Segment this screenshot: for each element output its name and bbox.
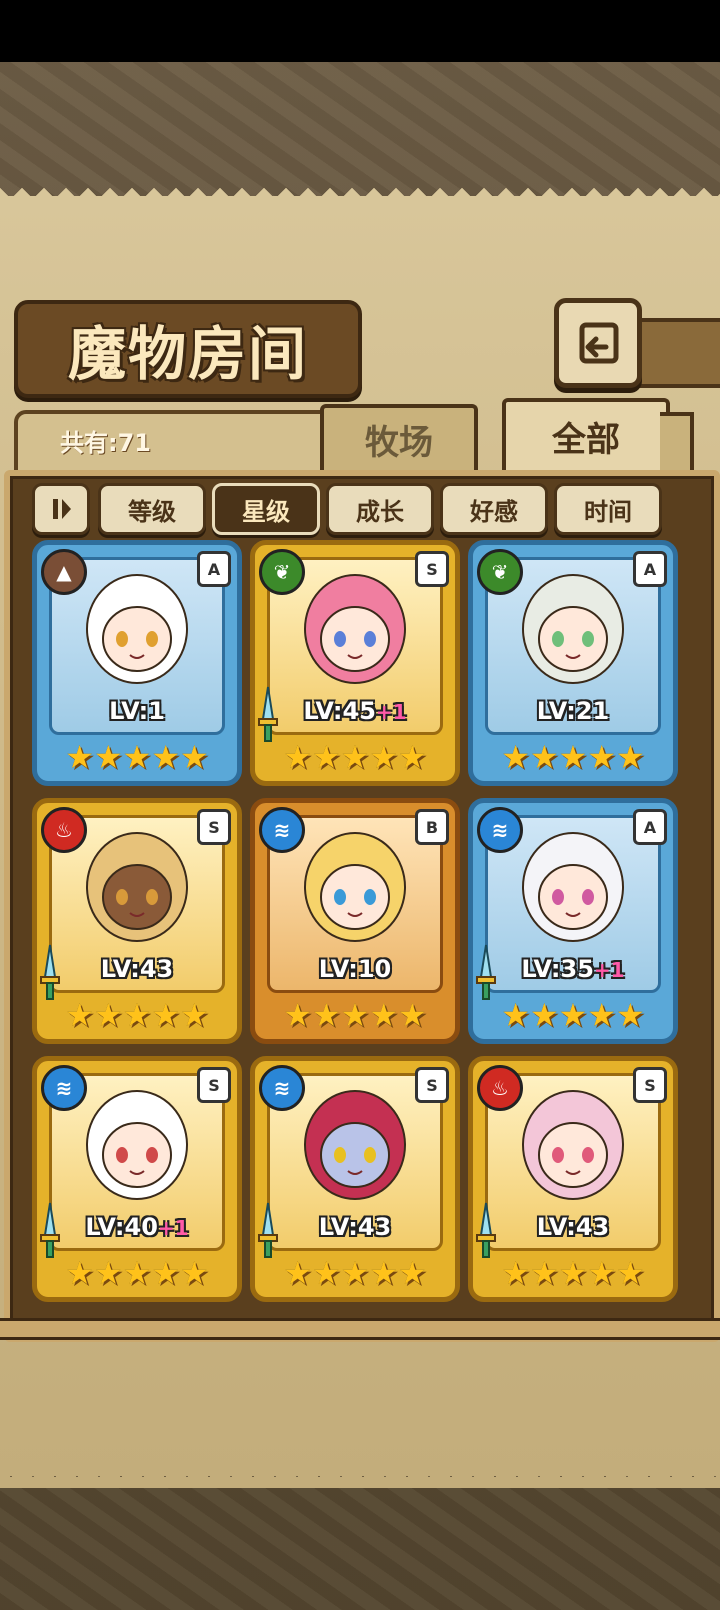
fire-icon: ♨	[41, 807, 87, 853]
rank-badge: A	[633, 551, 667, 587]
monster-card[interactable]: ♨ S LV:43 ★★★★★	[32, 798, 242, 1044]
level-label: LV:43	[255, 1213, 455, 1241]
tab-farm[interactable]: 牧场	[320, 404, 478, 470]
level-bonus: +1	[157, 1216, 189, 1240]
level-value: LV:40	[85, 1213, 158, 1241]
monster-card[interactable]: ≋ B LV:10 ★★★★★	[250, 798, 460, 1044]
monster-count: 共有:71	[60, 429, 151, 457]
plant-icon: ❦	[259, 549, 305, 595]
sort-affection-button[interactable]: 好感	[440, 483, 548, 535]
level-bonus: +1	[375, 700, 407, 724]
level-label: LV:10	[255, 955, 455, 983]
sort-direction-icon	[53, 499, 71, 519]
rank-badge: S	[415, 1067, 449, 1103]
rank-badge: S	[415, 551, 449, 587]
monster-portrait	[522, 574, 624, 684]
rank-badge: S	[197, 809, 231, 845]
water-icon: ≋	[259, 1065, 305, 1111]
fire-icon: ♨	[477, 1065, 523, 1111]
sort-star-button[interactable]: 星级	[212, 483, 320, 535]
star-rating: ★★★★★	[501, 996, 645, 1034]
star-rating: ★★★★★	[501, 1254, 645, 1292]
level-label: LV:40+1	[37, 1213, 237, 1241]
panel-edge-bottom	[0, 1466, 720, 1488]
monster-card[interactable]: ≋ A LV:35+1 ★★★★★	[468, 798, 678, 1044]
back-button[interactable]	[554, 298, 642, 388]
monster-portrait	[522, 1090, 624, 1200]
back-arrow-icon	[579, 322, 619, 364]
level-value: LV:43	[100, 955, 174, 983]
sort-time-button[interactable]: 时间	[554, 483, 662, 535]
level-value: LV:35	[521, 955, 594, 983]
rank-badge: S	[633, 1067, 667, 1103]
level-label: LV:43	[37, 955, 237, 983]
water-icon: ≋	[259, 807, 305, 853]
star-rating: ★★★★★	[65, 996, 209, 1034]
plant-icon: ❦	[477, 549, 523, 595]
monster-portrait	[522, 832, 624, 942]
status-bar	[0, 0, 720, 62]
level-bonus: +1	[593, 958, 625, 982]
level-value: LV:10	[318, 955, 392, 983]
earth-icon: ▲	[41, 549, 87, 595]
rank-badge: A	[633, 809, 667, 845]
level-label: LV:43	[473, 1213, 673, 1241]
monster-portrait	[86, 574, 188, 684]
level-value: LV:45	[303, 697, 376, 725]
star-rating: ★★★★★	[283, 1254, 427, 1292]
monster-card[interactable]: ❦ A LV:21 ★★★★★	[468, 540, 678, 786]
monster-card[interactable]: ▲ A LV:1 ★★★★★	[32, 540, 242, 786]
monster-portrait	[304, 574, 406, 684]
level-label: LV:45+1	[255, 697, 455, 725]
monster-portrait	[86, 1090, 188, 1200]
monster-card[interactable]: ❦ S LV:45+1 ★★★★★	[250, 540, 460, 786]
page-title: 魔物房间	[67, 320, 308, 388]
star-rating: ★★★★★	[283, 738, 427, 776]
level-value: LV:43	[536, 1213, 610, 1241]
monster-portrait	[304, 1090, 406, 1200]
monster-card[interactable]: ≋ S LV:43 ★★★★★	[250, 1056, 460, 1302]
star-rating: ★★★★★	[501, 738, 645, 776]
monster-card[interactable]: ≋ S LV:40+1 ★★★★★	[32, 1056, 242, 1302]
monster-portrait	[86, 832, 188, 942]
monster-card[interactable]: ♨ S LV:43 ★★★★★	[468, 1056, 678, 1302]
star-rating: ★★★★★	[283, 996, 427, 1034]
sort-level-button[interactable]: 等级	[98, 483, 206, 535]
star-rating: ★★★★★	[65, 738, 209, 776]
level-label: LV:21	[473, 697, 673, 725]
star-rating: ★★★★★	[65, 1254, 209, 1292]
monster-portrait	[304, 832, 406, 942]
water-icon: ≋	[41, 1065, 87, 1111]
level-label: LV:1	[37, 697, 237, 725]
tab-edge	[660, 412, 694, 472]
rank-badge: S	[197, 1067, 231, 1103]
level-label: LV:35+1	[473, 955, 673, 983]
level-value: LV:1	[109, 697, 165, 725]
list-frame-bottom	[0, 1318, 720, 1340]
level-value: LV:21	[536, 697, 610, 725]
rank-badge: A	[197, 551, 231, 587]
title-banner: 魔物房间	[14, 300, 362, 398]
level-value: LV:43	[318, 1213, 392, 1241]
rank-badge: B	[415, 809, 449, 845]
sort-growth-button[interactable]: 成长	[326, 483, 434, 535]
tab-all[interactable]: 全部	[502, 398, 670, 470]
water-icon: ≋	[477, 807, 523, 853]
sort-order-toggle[interactable]	[32, 483, 90, 535]
